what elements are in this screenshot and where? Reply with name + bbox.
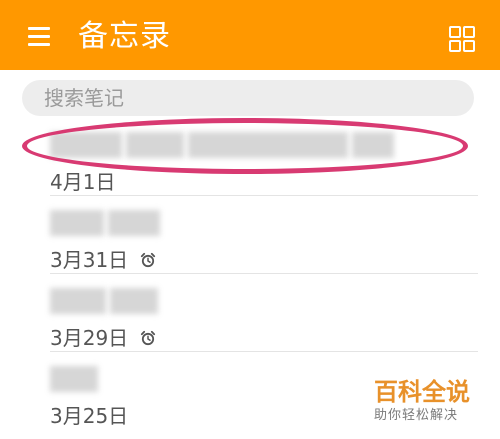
note-date-row: 3月31日 <box>50 246 156 274</box>
note-date-row: 4月1日 <box>50 168 115 196</box>
watermark-subtitle: 助你轻松解决 <box>374 408 459 423</box>
note-date: 4月1日 <box>50 170 116 194</box>
watermark-logo: 百科全说 助你轻松解决 <box>374 378 484 426</box>
note-date-row: 3月25日 <box>50 402 128 430</box>
note-date-row: 3月29日 <box>50 324 156 352</box>
grid-view-icon <box>463 40 475 52</box>
hamburger-menu-icon <box>28 27 50 30</box>
note-item[interactable]: 3月31日 <box>0 196 500 274</box>
watermark-title: 百科全说 <box>374 378 470 406</box>
alarm-clock-icon <box>141 330 156 346</box>
grid-view-icon <box>449 26 461 38</box>
grid-view-icon <box>449 40 461 52</box>
menu-button[interactable] <box>18 22 58 52</box>
app-bar: 备忘录 <box>0 0 500 70</box>
grid-view-icon <box>463 26 475 38</box>
search-bar <box>22 80 474 116</box>
note-title-redacted <box>50 210 160 236</box>
note-title-redacted <box>50 366 98 392</box>
note-date: 3月29日 <box>50 326 129 350</box>
search-input[interactable] <box>22 80 474 116</box>
note-title-redacted <box>50 132 394 158</box>
note-item[interactable]: 3月29日 <box>0 274 500 352</box>
note-date: 3月25日 <box>50 404 129 428</box>
note-item[interactable]: 4月1日 <box>0 118 500 196</box>
grid-view-button[interactable] <box>440 18 482 58</box>
page-title: 备忘录 <box>78 19 171 54</box>
note-date: 3月31日 <box>50 248 129 272</box>
hamburger-menu-icon <box>28 35 50 38</box>
alarm-clock-icon <box>141 252 156 268</box>
hamburger-menu-icon <box>28 43 50 46</box>
note-title-redacted <box>50 288 158 314</box>
